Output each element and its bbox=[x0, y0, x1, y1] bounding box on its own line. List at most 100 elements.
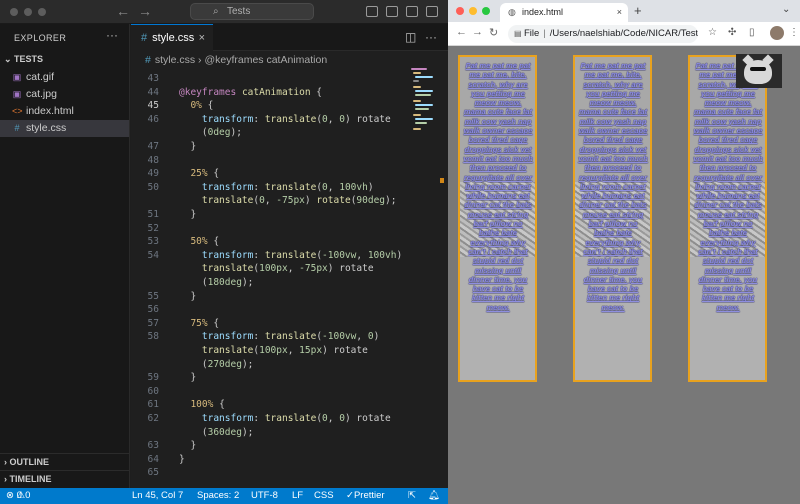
code-text: transform: translate(-100vw, 100vh) bbox=[201, 249, 403, 261]
code-text: 75% { bbox=[190, 317, 220, 329]
code-line[interactable]: translate(100px, -75px) rotate bbox=[131, 262, 421, 276]
notifications-icon[interactable]: 🔔︎ bbox=[428, 488, 440, 504]
card-text[interactable]: Pat me pat me pat me pat me, bite, scrat… bbox=[463, 61, 533, 312]
bookmark-star-icon[interactable]: ☆ bbox=[708, 27, 717, 38]
close-tab-icon[interactable]: × bbox=[199, 25, 205, 51]
code-line[interactable]: (360deg); bbox=[131, 426, 421, 440]
code-text: transform: translate(0, 100vh) bbox=[201, 181, 374, 193]
code-line[interactable]: 43 bbox=[131, 72, 421, 86]
card-text[interactable]: Pat me pat me pat me pat me, bite, scrat… bbox=[693, 61, 763, 312]
code-line[interactable]: 53 50% { bbox=[131, 235, 421, 249]
chevron-down-icon[interactable]: ⌄ bbox=[782, 4, 790, 15]
breadcrumb-symbol[interactable]: @keyframes catAnimation bbox=[204, 54, 327, 66]
toggle-secondary-sidebar-icon[interactable] bbox=[406, 6, 418, 17]
file-item-style-css[interactable]: # style.css bbox=[0, 120, 129, 137]
new-tab-button[interactable]: + bbox=[634, 3, 642, 18]
code-line[interactable]: (270deg); bbox=[131, 358, 421, 372]
code-line[interactable]: 46 transform: translate(0, 0) rotate bbox=[131, 113, 421, 127]
code-text: } bbox=[179, 440, 197, 452]
language-mode[interactable]: CSS bbox=[314, 488, 334, 504]
code-line[interactable]: 52 bbox=[131, 222, 421, 236]
code-line[interactable]: 55 } bbox=[131, 290, 421, 304]
encoding[interactable]: UTF-8 bbox=[251, 488, 278, 504]
code-line[interactable]: 56 bbox=[131, 303, 421, 317]
code-line[interactable]: (180deg); bbox=[131, 276, 421, 290]
code-line[interactable]: 48 bbox=[131, 154, 421, 168]
code-line[interactable]: 50 transform: translate(0, 100vh) bbox=[131, 181, 421, 195]
code-line[interactable]: 58 transform: translate(-100vw, 0) bbox=[131, 330, 421, 344]
close-window-button[interactable] bbox=[456, 7, 464, 15]
tab-style-css[interactable]: # style.css × bbox=[131, 24, 213, 52]
file-item-cat-gif[interactable]: ▣ cat.gif bbox=[0, 69, 129, 86]
close-window-button[interactable] bbox=[10, 8, 18, 16]
file-item-index-html[interactable]: <> index.html bbox=[0, 103, 129, 120]
line-ending[interactable]: LF bbox=[292, 488, 303, 504]
code-line[interactable]: (0deg); bbox=[131, 126, 421, 140]
line-number: 51 bbox=[147, 209, 159, 220]
code-line[interactable]: 62 transform: translate(0, 0) rotate bbox=[131, 412, 421, 426]
code-text: @keyframes catAnimation { bbox=[179, 86, 323, 98]
customize-layout-icon[interactable] bbox=[426, 6, 438, 17]
reload-icon[interactable]: ↻ bbox=[489, 26, 498, 39]
code-line[interactable]: 60 bbox=[131, 385, 421, 399]
vscode-window: ← → ⌕ Tests EXPLORER ··· ⌄ TESTS ▣ cat.gi… bbox=[0, 0, 448, 504]
minimize-window-button[interactable] bbox=[469, 7, 477, 15]
more-actions-icon[interactable]: ··· bbox=[425, 30, 437, 44]
prettier-status[interactable]: ✓ Prettier bbox=[346, 488, 385, 504]
code-line[interactable]: 51 } bbox=[131, 208, 421, 222]
timeline-section[interactable]: › TIMELINE bbox=[0, 470, 129, 487]
browser-window: ◍ index.html × + ⌄ ← → ↻ ▤ File |/Users/n… bbox=[448, 0, 800, 504]
code-line[interactable]: 47 } bbox=[131, 140, 421, 154]
extensions-icon[interactable]: ✣ bbox=[728, 27, 736, 38]
code-line[interactable]: 54 transform: translate(-100vw, 100vh) bbox=[131, 249, 421, 263]
minimize-window-button[interactable] bbox=[24, 8, 32, 16]
line-number: 54 bbox=[147, 249, 159, 261]
line-number: 59 bbox=[147, 372, 159, 384]
file-item-cat-jpg[interactable]: ▣ cat.jpg bbox=[0, 86, 129, 103]
code-line[interactable]: 65 bbox=[131, 466, 421, 480]
address-bar[interactable]: ▤ File |/Users/naelshiab/Code/NICAR/Test.… bbox=[508, 25, 698, 43]
split-editor-icon[interactable]: ◫ bbox=[405, 30, 416, 44]
minimap[interactable] bbox=[411, 66, 433, 136]
cursor-position[interactable]: Ln 45, Col 7 bbox=[132, 488, 183, 504]
forward-arrow-icon[interactable]: → bbox=[138, 3, 152, 19]
code-line[interactable]: 59 } bbox=[131, 371, 421, 385]
sidepanel-icon[interactable]: ▯ bbox=[749, 27, 755, 38]
file-label: index.html bbox=[26, 105, 74, 117]
maximize-window-button[interactable] bbox=[482, 7, 490, 15]
code-text: (0deg); bbox=[179, 127, 242, 139]
code-line[interactable]: 63 } bbox=[131, 439, 421, 453]
command-center-search[interactable]: ⌕ Tests bbox=[190, 3, 314, 20]
toggle-panel-icon[interactable] bbox=[386, 6, 398, 17]
browser-tab-index-html[interactable]: ◍ index.html × bbox=[500, 3, 628, 22]
code-line[interactable]: 44 @keyframes catAnimation { bbox=[131, 86, 421, 100]
maximize-window-button[interactable] bbox=[38, 8, 46, 16]
globe-icon: ◍ bbox=[508, 7, 516, 17]
feedback-icon[interactable]: ⇱ bbox=[408, 488, 416, 504]
back-arrow-icon[interactable]: ← bbox=[116, 3, 130, 19]
code-line[interactable]: 49 25% { bbox=[131, 167, 421, 181]
back-arrow-icon[interactable]: ← bbox=[456, 26, 467, 38]
indentation[interactable]: Spaces: 2 bbox=[197, 488, 239, 504]
code-line[interactable]: translate(0, -75px) rotate(90deg); bbox=[131, 194, 421, 208]
command-center-label: Tests bbox=[227, 6, 251, 17]
code-line[interactable]: 61 100% { bbox=[131, 398, 421, 412]
page-viewport: Pat me pat me pat me pat me, bite, scrat… bbox=[448, 47, 800, 504]
close-tab-icon[interactable]: × bbox=[617, 3, 622, 22]
forward-arrow-icon[interactable]: → bbox=[472, 26, 483, 38]
toggle-sidebar-icon[interactable] bbox=[366, 6, 378, 17]
breadcrumb-file[interactable]: style.css bbox=[155, 54, 195, 66]
menu-dots-icon[interactable]: ⋮ bbox=[789, 27, 799, 38]
problems-indicator[interactable]: ⊗ 0 ⚠ 0 bbox=[6, 488, 30, 504]
more-actions-icon[interactable]: ··· bbox=[106, 28, 118, 42]
code-line[interactable]: 64} bbox=[131, 453, 421, 467]
code-line[interactable]: 57 75% { bbox=[131, 317, 421, 331]
folder-tests[interactable]: ⌄ TESTS bbox=[4, 54, 43, 65]
code-text: 25% { bbox=[190, 168, 220, 180]
line-number: 52 bbox=[147, 222, 159, 234]
code-line[interactable]: translate(100px, 15px) rotate bbox=[131, 344, 421, 358]
profile-avatar[interactable] bbox=[770, 26, 784, 40]
outline-section[interactable]: › OUTLINE bbox=[0, 453, 129, 470]
card-text[interactable]: Pat me pat me pat me pat me, bite, scrat… bbox=[578, 61, 648, 312]
code-line[interactable]: 45 0% { bbox=[131, 99, 421, 113]
